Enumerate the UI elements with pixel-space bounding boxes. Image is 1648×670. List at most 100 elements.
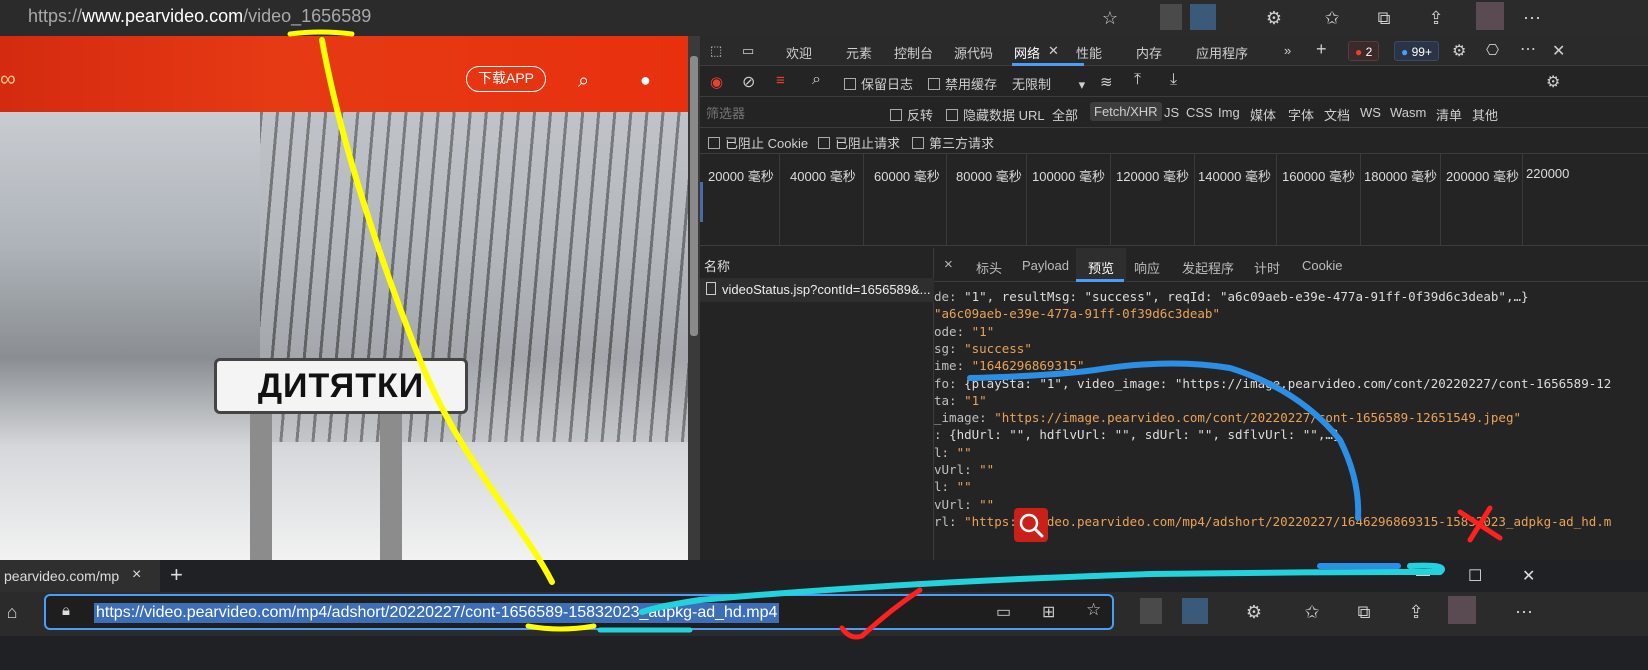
more-tabs-icon[interactable]: » [1284,43,1291,58]
json-preview-line[interactable]: ime: "1646296869315" [934,357,1085,374]
filter-ws[interactable]: WS [1360,105,1381,120]
tab-response[interactable]: 响应 [1134,258,1160,277]
filter-css[interactable]: CSS [1186,105,1213,120]
more-options-icon[interactable]: ⋯ [1520,39,1536,59]
blurred-extension-icon[interactable] [1160,4,1182,30]
favorites-icon[interactable]: ✩ [1320,6,1344,30]
message-count-badge[interactable]: ● 99+ [1394,41,1439,61]
tab-cookie[interactable]: Cookie [1302,258,1342,273]
throttle-select[interactable]: 无限制 ▾ [1012,74,1085,93]
search-icon[interactable]: ⌕ [578,70,600,92]
customize-icon[interactable]: ⎔ [1486,41,1499,59]
settings-icon[interactable]: ⚙ [1452,41,1466,61]
send-to-device-icon[interactable]: ▭ [996,602,1011,622]
more-menu-icon[interactable]: ⋯ [1520,6,1544,30]
network-settings-icon[interactable]: ⚙ [1546,72,1560,92]
clear-icon[interactable]: ⊘ [742,72,755,92]
filter-fetch-xhr[interactable]: Fetch/XHR [1090,102,1162,121]
video-player[interactable]: ДИТЯТКИ [0,112,688,560]
address-input[interactable]: https://video.pearvideo.com/mp4/adshort/… [94,603,780,623]
export-har-icon[interactable]: ⤓ [1170,71,1177,89]
json-preview[interactable]: de: "1", resultMsg: "success", reqId: "a… [934,288,1648,560]
filter-doc[interactable]: 文档 [1324,105,1350,124]
maximize-icon[interactable]: ☐ [1468,566,1482,586]
home-icon[interactable]: ⌂ [0,602,24,623]
favorite-add-icon[interactable]: ☆ [1086,600,1101,620]
json-preview-line[interactable]: de: "1", resultMsg: "success", reqId: "a… [934,288,1529,305]
json-preview-line[interactable]: vUrl: "" [934,496,994,513]
tab-initiator[interactable]: 发起程序 [1182,258,1234,277]
more-menu-icon[interactable]: ⋯ [1512,602,1536,623]
json-preview-line[interactable]: ode: "1" [934,323,994,340]
json-preview-line[interactable]: : {hdUrl: "", hdflvUrl: "", sdUrl: "", s… [934,426,1340,443]
hide-data-url-checkbox[interactable]: 隐藏数据 URL [946,105,1045,124]
add-tab-icon[interactable]: + [1316,39,1327,60]
close-network-tab-icon[interactable]: ✕ [1048,43,1059,59]
share-icon[interactable]: ⇪ [1404,602,1428,623]
tab-headers[interactable]: 标头 [976,258,1002,277]
json-preview-line[interactable]: fo: {playSta: "1", video_image: "https:/… [934,375,1611,392]
request-row[interactable]: videoStatus.jsp?contId=1656589&... [700,278,934,302]
profile-avatar[interactable] [1476,2,1504,30]
filter-other[interactable]: 其他 [1472,105,1498,124]
collections-icon[interactable]: ⧉ [1372,6,1396,30]
blocked-requests-checkbox[interactable]: 已阻止请求 [818,133,900,152]
tab-welcome[interactable]: 欢迎 [786,43,812,62]
tab-memory[interactable]: 内存 [1136,43,1162,62]
tab-payload[interactable]: Payload [1022,258,1069,273]
network-timeline[interactable]: 20000 毫秒 40000 毫秒 60000 毫秒 80000 毫秒 1000… [700,154,1648,246]
apps-icon[interactable]: ⊞ [1042,602,1055,622]
invert-checkbox[interactable]: 反转 [890,105,933,124]
top-address-text[interactable]: https://www.pearvideo.com/video_1656589 [28,6,371,27]
inspect-icon[interactable]: ⬚ [710,43,722,59]
address-bar[interactable]: 🔒︎ https://video.pearvideo.com/mp4/adsho… [44,594,1114,630]
extensions-icon[interactable]: ⚙ [1242,602,1266,623]
disable-cache-checkbox[interactable]: 禁用缓存 [928,74,997,93]
filter-js[interactable]: JS [1164,105,1179,120]
close-window-icon[interactable]: ✕ [1522,566,1535,586]
tab-timing[interactable]: 计时 [1254,258,1280,277]
download-app-button[interactable]: 下载APP [466,66,546,92]
filter-media[interactable]: 媒体 [1250,105,1276,124]
filter-img[interactable]: Img [1218,105,1240,120]
import-har-icon[interactable]: ⤒ [1134,71,1141,89]
blurred-extension-icon[interactable] [1182,598,1208,624]
json-preview-line[interactable]: ta: "1" [934,392,987,409]
json-preview-line[interactable]: "a6c09aeb-e39e-477a-91ff-0f39d6c3deab" [934,305,1220,322]
extensions-icon[interactable]: ⚙ [1262,6,1286,30]
json-preview-line[interactable]: l: "" [934,444,972,461]
preserve-log-checkbox[interactable]: 保留日志 [844,74,913,93]
third-party-checkbox[interactable]: 第三方请求 [912,133,994,152]
filter-manifest[interactable]: 清单 [1436,105,1462,124]
browser-tab[interactable]: pearvideo.com/mp × [0,560,160,592]
favorites-icon[interactable]: ✩ [1300,602,1324,623]
tab-performance[interactable]: 性能 [1076,43,1102,62]
filter-wasm[interactable]: Wasm [1390,105,1426,120]
user-icon[interactable]: ● [640,70,662,92]
tab-preview[interactable]: 预览 [1088,258,1114,277]
search-icon[interactable]: ⌕ [812,71,821,89]
json-preview-line[interactable]: rl: "https://video.pearvideo.com/mp4/ads… [934,513,1611,530]
blocked-cookies-checkbox[interactable]: 已阻止 Cookie [708,133,808,152]
collections-icon[interactable]: ⧉ [1352,602,1376,623]
name-column-header[interactable]: 名称 [704,256,730,275]
minimize-icon[interactable]: — [1416,566,1430,582]
json-preview-line[interactable]: _image: "https://image.pearvideo.com/con… [934,409,1521,426]
page-scrollbar-thumb[interactable] [690,56,698,336]
favorite-add-icon[interactable]: ☆ [1098,6,1122,30]
tab-application[interactable]: 应用程序 [1196,43,1248,62]
close-detail-icon[interactable]: × [944,256,953,273]
filter-input[interactable] [704,103,890,123]
share-icon[interactable]: ⇪ [1424,6,1448,30]
device-toolbar-icon[interactable]: ▭ [742,43,754,59]
close-devtools-icon[interactable]: ✕ [1552,41,1565,61]
profile-avatar[interactable] [1448,596,1476,624]
tab-console[interactable]: 控制台 [894,43,933,62]
tab-sources[interactable]: 源代码 [954,43,993,62]
filter-font[interactable]: 字体 [1288,105,1314,124]
close-tab-icon[interactable]: × [132,566,141,584]
tab-elements[interactable]: 元素 [846,43,872,62]
error-count-badge[interactable]: ● 2 [1348,41,1380,61]
network-conditions-icon[interactable]: ≋ [1100,73,1113,91]
record-icon[interactable]: ◉ [710,73,723,91]
